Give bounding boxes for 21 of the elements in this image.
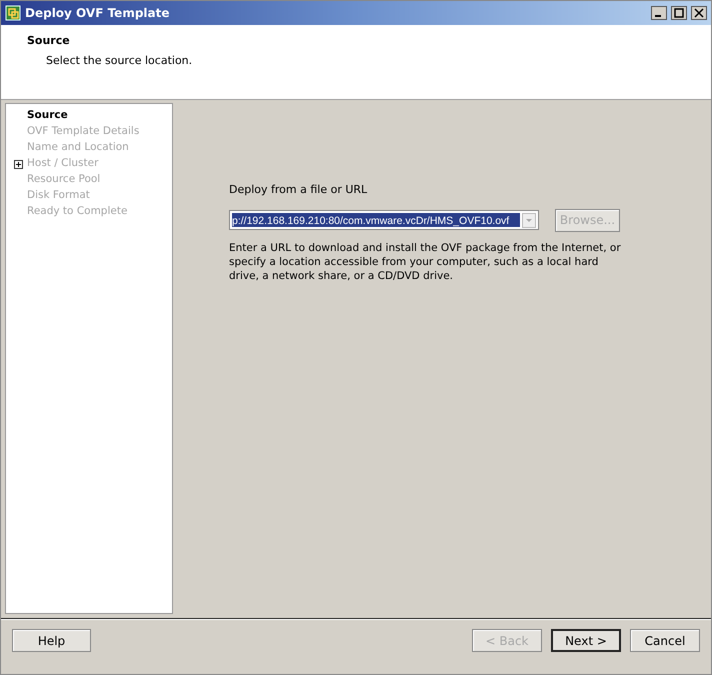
step-item[interactable]: Ready to Complete bbox=[27, 204, 128, 220]
step-item[interactable]: OVF Template Details bbox=[27, 124, 140, 140]
step-item[interactable]: Host / Cluster bbox=[27, 156, 98, 172]
close-icon[interactable] bbox=[691, 6, 707, 20]
field-label: Deploy from a file or URL bbox=[229, 182, 368, 198]
step-item[interactable]: Name and Location bbox=[27, 140, 129, 156]
url-combo-field[interactable]: p://192.168.169.210:80/com.vmware.vcDr/HMS_OVF10.ovf bbox=[229, 210, 539, 230]
window-title: Deploy OVF Template bbox=[25, 5, 170, 22]
dialog-button[interactable]: Cancel bbox=[630, 629, 700, 652]
app-icon bbox=[5, 5, 21, 21]
dialog-button[interactable]: Next > bbox=[551, 629, 621, 652]
step-item[interactable]: Resource Pool bbox=[27, 172, 100, 188]
page-title: Source bbox=[27, 33, 71, 49]
maximize-icon[interactable] bbox=[671, 6, 687, 20]
minimize-icon[interactable] bbox=[651, 6, 667, 20]
step-item[interactable]: Disk Format bbox=[27, 188, 90, 204]
help-text: Enter a URL to download and install the OVF package from the Internet, or specify a location accessible from your computer, such as a local hard drive, a network share, or a CD/DVD drive. bbox=[229, 240, 622, 282]
page-subtitle: Select the source location. bbox=[45, 52, 194, 68]
step-item[interactable]: Source bbox=[27, 108, 68, 124]
expand-icon[interactable] bbox=[14, 160, 23, 168]
dialog-button[interactable]: Help bbox=[12, 629, 91, 652]
